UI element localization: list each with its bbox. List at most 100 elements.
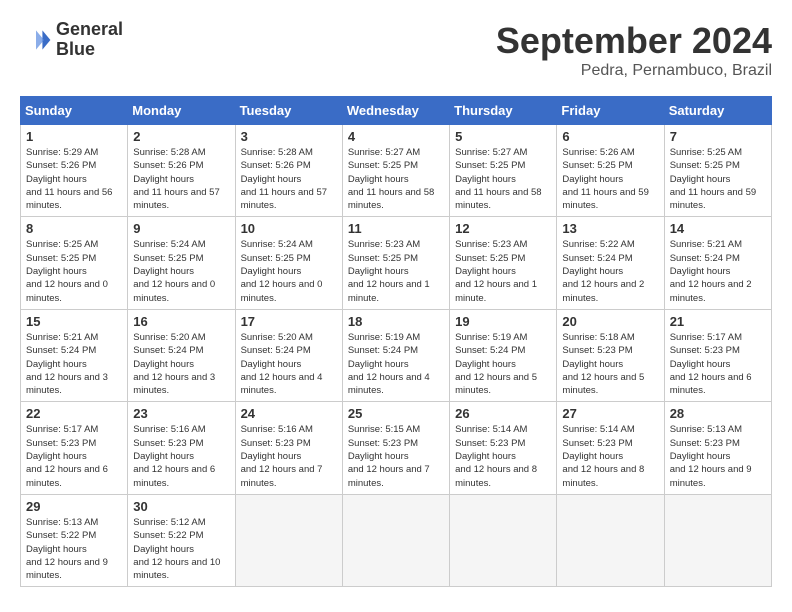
day-number: 6	[562, 129, 658, 144]
table-row: 4 Sunrise: 5:27 AM Sunset: 5:25 PM Dayli…	[342, 125, 449, 217]
day-number: 14	[670, 221, 766, 236]
day-info: Sunrise: 5:14 AM Sunset: 5:23 PM Dayligh…	[455, 423, 551, 489]
table-row	[342, 494, 449, 586]
day-number: 10	[241, 221, 337, 236]
day-info: Sunrise: 5:16 AM Sunset: 5:23 PM Dayligh…	[133, 423, 229, 489]
day-number: 30	[133, 499, 229, 514]
day-info: Sunrise: 5:19 AM Sunset: 5:24 PM Dayligh…	[455, 331, 551, 397]
day-number: 13	[562, 221, 658, 236]
day-number: 18	[348, 314, 444, 329]
day-info: Sunrise: 5:25 AM Sunset: 5:25 PM Dayligh…	[26, 238, 122, 304]
table-row: 15 Sunrise: 5:21 AM Sunset: 5:24 PM Dayl…	[21, 309, 128, 401]
day-number: 23	[133, 406, 229, 421]
table-row: 5 Sunrise: 5:27 AM Sunset: 5:25 PM Dayli…	[450, 125, 557, 217]
location-title: Pedra, Pernambuco, Brazil	[496, 62, 772, 80]
day-info: Sunrise: 5:21 AM Sunset: 5:24 PM Dayligh…	[26, 331, 122, 397]
table-row	[235, 494, 342, 586]
day-number: 3	[241, 129, 337, 144]
table-row: 30 Sunrise: 5:12 AM Sunset: 5:22 PM Dayl…	[128, 494, 235, 586]
table-row: 29 Sunrise: 5:13 AM Sunset: 5:22 PM Dayl…	[21, 494, 128, 586]
day-number: 26	[455, 406, 551, 421]
calendar-header-row: Sunday Monday Tuesday Wednesday Thursday…	[21, 97, 772, 125]
day-info: Sunrise: 5:23 AM Sunset: 5:25 PM Dayligh…	[455, 238, 551, 304]
calendar-week-row: 15 Sunrise: 5:21 AM Sunset: 5:24 PM Dayl…	[21, 309, 772, 401]
day-info: Sunrise: 5:23 AM Sunset: 5:25 PM Dayligh…	[348, 238, 444, 304]
table-row: 11 Sunrise: 5:23 AM Sunset: 5:25 PM Dayl…	[342, 217, 449, 309]
page-header: General Blue September 2024 Pedra, Perna…	[20, 20, 772, 80]
table-row: 28 Sunrise: 5:13 AM Sunset: 5:23 PM Dayl…	[664, 402, 771, 494]
table-row: 14 Sunrise: 5:21 AM Sunset: 5:24 PM Dayl…	[664, 217, 771, 309]
title-block: September 2024 Pedra, Pernambuco, Brazil	[496, 20, 772, 80]
day-info: Sunrise: 5:28 AM Sunset: 5:26 PM Dayligh…	[241, 146, 337, 212]
calendar-week-row: 1 Sunrise: 5:29 AM Sunset: 5:26 PM Dayli…	[21, 125, 772, 217]
table-row: 6 Sunrise: 5:26 AM Sunset: 5:25 PM Dayli…	[557, 125, 664, 217]
day-number: 7	[670, 129, 766, 144]
table-row: 23 Sunrise: 5:16 AM Sunset: 5:23 PM Dayl…	[128, 402, 235, 494]
calendar-week-row: 22 Sunrise: 5:17 AM Sunset: 5:23 PM Dayl…	[21, 402, 772, 494]
day-number: 24	[241, 406, 337, 421]
col-saturday: Saturday	[664, 97, 771, 125]
table-row: 24 Sunrise: 5:16 AM Sunset: 5:23 PM Dayl…	[235, 402, 342, 494]
table-row: 17 Sunrise: 5:20 AM Sunset: 5:24 PM Dayl…	[235, 309, 342, 401]
table-row: 18 Sunrise: 5:19 AM Sunset: 5:24 PM Dayl…	[342, 309, 449, 401]
table-row: 27 Sunrise: 5:14 AM Sunset: 5:23 PM Dayl…	[557, 402, 664, 494]
day-info: Sunrise: 5:19 AM Sunset: 5:24 PM Dayligh…	[348, 331, 444, 397]
table-row: 25 Sunrise: 5:15 AM Sunset: 5:23 PM Dayl…	[342, 402, 449, 494]
day-number: 27	[562, 406, 658, 421]
day-number: 17	[241, 314, 337, 329]
table-row: 2 Sunrise: 5:28 AM Sunset: 5:26 PM Dayli…	[128, 125, 235, 217]
day-number: 22	[26, 406, 122, 421]
day-info: Sunrise: 5:12 AM Sunset: 5:22 PM Dayligh…	[133, 516, 229, 582]
day-number: 15	[26, 314, 122, 329]
table-row: 26 Sunrise: 5:14 AM Sunset: 5:23 PM Dayl…	[450, 402, 557, 494]
day-number: 20	[562, 314, 658, 329]
day-info: Sunrise: 5:17 AM Sunset: 5:23 PM Dayligh…	[670, 331, 766, 397]
calendar-week-row: 8 Sunrise: 5:25 AM Sunset: 5:25 PM Dayli…	[21, 217, 772, 309]
table-row: 22 Sunrise: 5:17 AM Sunset: 5:23 PM Dayl…	[21, 402, 128, 494]
col-thursday: Thursday	[450, 97, 557, 125]
day-info: Sunrise: 5:13 AM Sunset: 5:23 PM Dayligh…	[670, 423, 766, 489]
day-info: Sunrise: 5:22 AM Sunset: 5:24 PM Dayligh…	[562, 238, 658, 304]
table-row: 16 Sunrise: 5:20 AM Sunset: 5:24 PM Dayl…	[128, 309, 235, 401]
day-number: 11	[348, 221, 444, 236]
day-info: Sunrise: 5:18 AM Sunset: 5:23 PM Dayligh…	[562, 331, 658, 397]
day-info: Sunrise: 5:14 AM Sunset: 5:23 PM Dayligh…	[562, 423, 658, 489]
day-info: Sunrise: 5:25 AM Sunset: 5:25 PM Dayligh…	[670, 146, 766, 212]
day-info: Sunrise: 5:15 AM Sunset: 5:23 PM Dayligh…	[348, 423, 444, 489]
table-row: 13 Sunrise: 5:22 AM Sunset: 5:24 PM Dayl…	[557, 217, 664, 309]
table-row: 12 Sunrise: 5:23 AM Sunset: 5:25 PM Dayl…	[450, 217, 557, 309]
month-title: September 2024	[496, 20, 772, 62]
calendar-week-row: 29 Sunrise: 5:13 AM Sunset: 5:22 PM Dayl…	[21, 494, 772, 586]
logo: General Blue	[20, 20, 123, 60]
table-row: 19 Sunrise: 5:19 AM Sunset: 5:24 PM Dayl…	[450, 309, 557, 401]
day-info: Sunrise: 5:13 AM Sunset: 5:22 PM Dayligh…	[26, 516, 122, 582]
day-number: 25	[348, 406, 444, 421]
day-info: Sunrise: 5:28 AM Sunset: 5:26 PM Dayligh…	[133, 146, 229, 212]
day-info: Sunrise: 5:27 AM Sunset: 5:25 PM Dayligh…	[348, 146, 444, 212]
day-info: Sunrise: 5:24 AM Sunset: 5:25 PM Dayligh…	[133, 238, 229, 304]
table-row: 1 Sunrise: 5:29 AM Sunset: 5:26 PM Dayli…	[21, 125, 128, 217]
table-row: 9 Sunrise: 5:24 AM Sunset: 5:25 PM Dayli…	[128, 217, 235, 309]
col-monday: Monday	[128, 97, 235, 125]
table-row: 8 Sunrise: 5:25 AM Sunset: 5:25 PM Dayli…	[21, 217, 128, 309]
col-wednesday: Wednesday	[342, 97, 449, 125]
logo-icon	[20, 24, 52, 56]
day-number: 5	[455, 129, 551, 144]
table-row: 3 Sunrise: 5:28 AM Sunset: 5:26 PM Dayli…	[235, 125, 342, 217]
logo-text: General Blue	[56, 20, 123, 60]
day-number: 29	[26, 499, 122, 514]
day-number: 2	[133, 129, 229, 144]
day-number: 28	[670, 406, 766, 421]
col-tuesday: Tuesday	[235, 97, 342, 125]
day-number: 19	[455, 314, 551, 329]
day-info: Sunrise: 5:17 AM Sunset: 5:23 PM Dayligh…	[26, 423, 122, 489]
day-number: 16	[133, 314, 229, 329]
day-number: 8	[26, 221, 122, 236]
table-row	[450, 494, 557, 586]
day-info: Sunrise: 5:21 AM Sunset: 5:24 PM Dayligh…	[670, 238, 766, 304]
table-row: 20 Sunrise: 5:18 AM Sunset: 5:23 PM Dayl…	[557, 309, 664, 401]
logo-line1: General	[56, 20, 123, 40]
day-number: 1	[26, 129, 122, 144]
table-row: 10 Sunrise: 5:24 AM Sunset: 5:25 PM Dayl…	[235, 217, 342, 309]
day-number: 4	[348, 129, 444, 144]
